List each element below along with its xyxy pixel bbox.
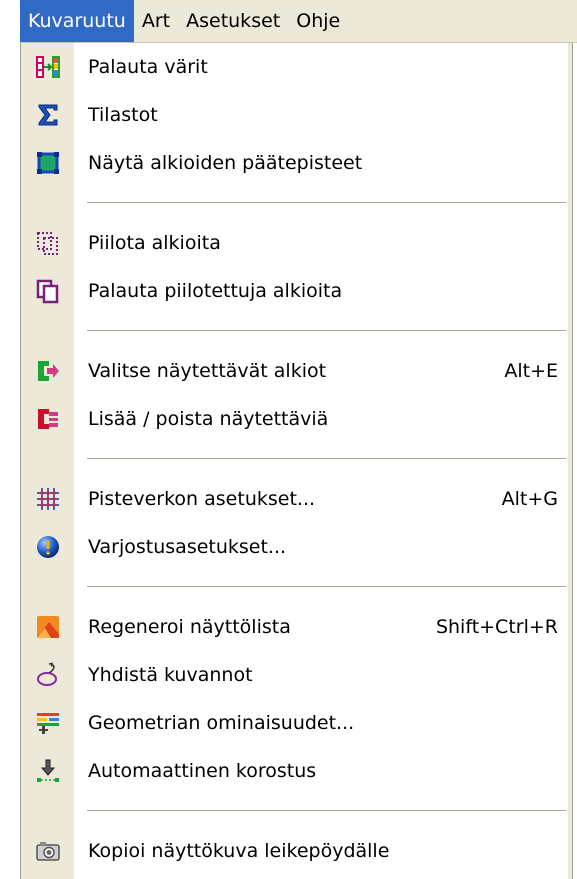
menu-separator: [21, 315, 572, 347]
menu-item-label: Näytä alkioiden päätepisteet: [88, 152, 363, 174]
menu-item-geometry-properties[interactable]: Geometrian ominaisuudet...: [21, 699, 572, 747]
menu-item-label: Piilota alkioita: [88, 232, 221, 254]
camera-icon: [21, 827, 74, 875]
menu-item-label: Geometrian ominaisuudet...: [88, 712, 355, 734]
menu-item-select-displayed[interactable]: Valitse näytettävät alkiot Alt+E: [21, 347, 572, 395]
auto-highlight-icon: [21, 747, 74, 795]
menu-item-label: Valitse näytettävät alkiot: [88, 360, 327, 382]
geometry-properties-icon: [21, 699, 74, 747]
restore-hidden-icon: [21, 267, 74, 315]
grid-icon: [21, 475, 74, 523]
menu-item-merge-views[interactable]: Yhdistä kuvannot: [21, 651, 572, 699]
menu-item-label: Lisää / poista näytettäviä: [88, 408, 329, 430]
menu-item-regenerate-display-list[interactable]: Regeneroi näyttölista Shift+Ctrl+R: [21, 603, 572, 651]
menu-item-shortcut: Shift+Ctrl+R: [435, 616, 558, 638]
shading-icon: [21, 523, 74, 571]
menu-item-label: Regeneroi näyttölista: [88, 616, 291, 638]
menu-item-label: Yhdistä kuvannot: [88, 664, 253, 686]
menu-item-label: Pisteverkon asetukset...: [88, 488, 316, 510]
menu-item-shortcut: Alt+E: [504, 360, 558, 382]
menu-ohje[interactable]: Ohje: [288, 0, 348, 42]
regenerate-icon: [21, 603, 74, 651]
menu-item-copy-screenshot[interactable]: Kopioi näyttökuva leikepöydälle: [21, 827, 572, 875]
menu-item-show-endpoints[interactable]: Näytä alkioiden päätepisteet: [21, 139, 572, 187]
menu-bar: Kuvaruutu Art Asetukset Ohje: [20, 0, 577, 43]
menu-item-grid-settings[interactable]: Pisteverkon asetukset... Alt+G: [21, 475, 572, 523]
menu-item-auto-highlight[interactable]: Automaattinen korostus: [21, 747, 572, 795]
menu-kuvaruutu[interactable]: Kuvaruutu: [20, 0, 134, 42]
menu-art[interactable]: Art: [134, 0, 178, 42]
menu-item-statistics[interactable]: Tilastot: [21, 91, 572, 139]
menu-asetukset[interactable]: Asetukset: [178, 0, 288, 42]
menu-item-add-remove-displayed[interactable]: Lisää / poista näytettäviä: [21, 395, 572, 443]
endpoints-icon: [21, 139, 74, 187]
menu-item-label: Palauta piilotettuja alkioita: [88, 280, 343, 302]
menu-item-restore-colors[interactable]: Palauta värit: [21, 43, 572, 91]
menu-item-label: Automaattinen korostus: [88, 760, 317, 782]
sigma-icon: [21, 91, 74, 139]
menu-item-hide-elements[interactable]: Piilota alkioita: [21, 219, 572, 267]
menu-separator: [21, 795, 572, 827]
menu-item-shading-settings[interactable]: Varjostusasetukset...: [21, 523, 572, 571]
menu-item-label: Palauta värit: [88, 56, 208, 78]
menu-separator: [21, 571, 572, 603]
menu-item-label: Kopioi näyttökuva leikepöydälle: [88, 840, 390, 862]
select-display-icon: [21, 347, 74, 395]
menu-item-label: Varjostusasetukset...: [88, 536, 287, 558]
menu-item-label: Tilastot: [88, 104, 158, 126]
add-remove-display-icon: [21, 395, 74, 443]
hide-elements-icon: [21, 219, 74, 267]
menu-separator: [21, 187, 572, 219]
menu-item-shortcut: Alt+G: [501, 488, 558, 510]
menu-item-restore-hidden[interactable]: Palauta piilotettuja alkioita: [21, 267, 572, 315]
menu-separator: [21, 443, 572, 475]
kuvaruutu-dropdown-menu: Palauta värit Tilastot Näytä alkioiden p…: [20, 43, 573, 879]
restore-colors-icon: [21, 43, 74, 91]
merge-views-icon: [21, 651, 74, 699]
